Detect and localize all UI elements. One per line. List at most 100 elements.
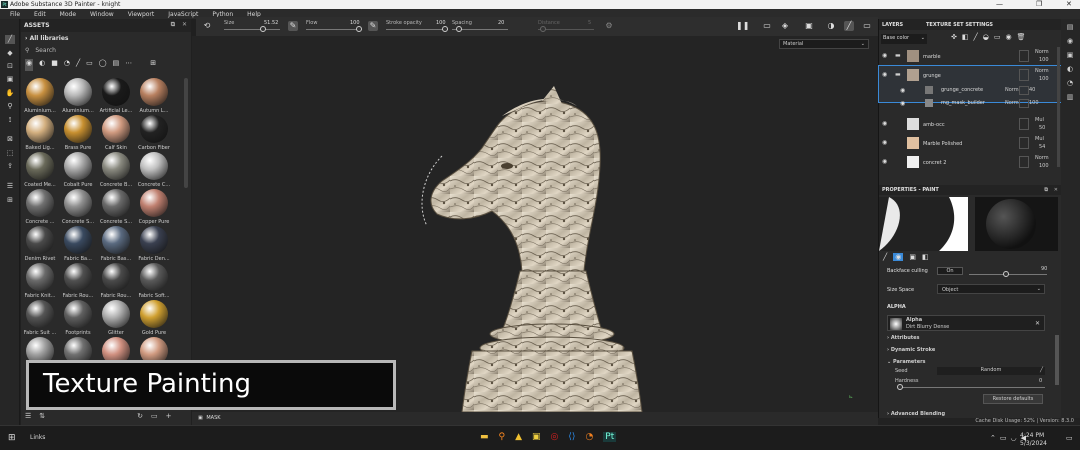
delete-layer-icon[interactable]: 🗑 [1017,33,1026,41]
material-item[interactable]: Fabric Rou... [61,263,95,299]
float-icon[interactable]: ⧉ [1044,187,1048,193]
material-item[interactable]: Calf Skin [99,115,133,151]
spacing-slider-handle[interactable] [456,26,462,32]
sort-icon[interactable]: ⇅ [39,412,45,420]
flow-pressure-icon[interactable]: ✎ [368,21,378,31]
dynamic-stroke-section[interactable]: › Dynamic Stroke [887,347,935,353]
material-item[interactable]: Concrete ... [23,189,57,225]
visibility-eye-icon[interactable]: ◉ [900,101,908,107]
material-item[interactable]: Gold Pure [137,300,171,336]
picker-tool-icon[interactable]: ⟟ [5,116,15,125]
material-item[interactable]: Brass Pure [61,115,95,151]
close-icon[interactable]: ✕ [1054,187,1058,193]
attributes-section[interactable]: › Attributes [887,335,920,341]
filter-alphas-icon[interactable]: ╱ [76,59,80,71]
substance-painter-icon[interactable]: Pt [603,432,617,442]
file-explorer-icon[interactable]: ▬ [480,432,489,442]
visibility-eye-icon[interactable]: ◉ [882,72,890,78]
blend-mode[interactable]: Mul [1035,117,1044,123]
filter-environments-icon[interactable]: ◯ [99,59,107,71]
uv-tool-icon[interactable]: ⬚ [5,149,15,158]
visibility-eye-icon[interactable]: ◉ [882,121,890,127]
material-item[interactable]: Baked Lig... [23,115,57,151]
float-icon[interactable]: ⧉ [171,21,175,29]
material-item[interactable]: Fabric Rou... [99,263,133,299]
layer-mask-slot[interactable] [1019,156,1029,168]
layer-row[interactable]: ◉ concret 2 Norm 100 [879,153,1062,172]
shelf-icon[interactable]: ⊞ [5,196,15,205]
start-icon[interactable]: ⊞ [8,433,16,443]
backface-slider-handle[interactable] [1003,271,1009,277]
shader-settings-icon[interactable]: ◐ [1065,65,1075,74]
material-item[interactable]: Footprints [61,300,95,336]
smudge-tool-icon[interactable]: ✋ [5,89,15,98]
display-icon[interactable]: ▭ [1000,434,1007,442]
texture-set-icon[interactable]: ◉ [1065,37,1075,46]
add-icon[interactable]: + [166,412,172,420]
material-item[interactable]: Artificial Le... [99,78,133,114]
tab-layers[interactable]: LAYERS [882,22,903,28]
material-item[interactable]: Concrete B... [99,152,133,188]
layer-row[interactable]: ◉ mg_mask_builder Norm 100 [879,98,1062,111]
visibility-eye-icon[interactable]: ◉ [882,140,890,146]
material-item[interactable]: Autumn L... [137,78,171,114]
filter-filters-icon[interactable]: ▤ [113,59,120,71]
hardness-slider-handle[interactable] [897,384,903,390]
stencil-tab-icon[interactable]: ▣ [909,253,916,261]
stroke-opacity-slider[interactable] [386,29,448,30]
layer-mask-slot[interactable] [1019,118,1029,130]
library-breadcrumb[interactable]: › All libraries [25,35,69,42]
menu-javascript[interactable]: JavaScript [168,11,198,18]
stroke-opacity-handle[interactable] [442,26,448,32]
close-button[interactable]: ✕ [1066,0,1072,9]
3d-viewport[interactable]: Material ⌄ ⊾ [192,36,878,412]
alpha-tab-icon[interactable]: ◧ [922,253,929,261]
material-item[interactable]: Concrete S... [61,189,95,225]
eraser-tool-icon[interactable]: ◆ [5,49,15,58]
filter-smart-materials-icon[interactable]: ◐ [39,59,45,71]
channel-select[interactable]: Base color ⌄ [881,34,927,44]
tab-texture-set-settings[interactable]: TEXTURE SET SETTINGS [926,22,993,28]
mask-label[interactable]: MASK [206,415,220,421]
opera-icon[interactable]: ◎ [551,432,559,442]
layer-opacity[interactable]: 100 [1039,163,1049,169]
grid-view-icon[interactable]: ⊞ [150,59,156,71]
menu-file[interactable]: File [10,11,20,18]
viewport-channel-select[interactable]: Material ⌄ [779,39,869,49]
layer-mask-slot[interactable] [1019,69,1029,81]
display-settings-icon[interactable]: ▣ [1065,51,1075,60]
visibility-eye-icon[interactable]: ◉ [900,88,908,94]
camera-icon[interactable]: ▭ [762,21,772,31]
layer-opacity[interactable]: 40 [1029,87,1035,93]
material-item[interactable]: Fabric Soft... [137,263,171,299]
size-slider-handle[interactable] [260,26,266,32]
search-input[interactable]: ⚲ Search [25,47,175,56]
filter-materials-icon[interactable]: ◉ [25,59,34,71]
alpha-slot[interactable]: Alpha Dirt Blurry Dense ✕ [887,315,1045,331]
seed-field[interactable]: Random ╱ [937,367,1045,375]
more-settings-icon[interactable]: ⚙ [604,21,614,31]
layer-opacity[interactable]: 100 [1039,76,1049,82]
layer-mask-slot[interactable] [1019,99,1029,108]
filter-textures-icon[interactable]: ■ [51,59,58,71]
flow-slider[interactable] [306,29,362,30]
add-mask-icon[interactable]: ◧ [962,33,969,41]
search-app-icon[interactable]: ⚲ [499,432,506,442]
material-item[interactable]: Concrete S... [99,189,133,225]
assets-scrollbar[interactable] [184,78,188,188]
spacing-value[interactable]: 20 [498,20,504,26]
folder-icon[interactable]: ▭ [151,412,158,420]
notification-icon[interactable]: ▭ [1066,434,1073,442]
blender-icon[interactable]: ◔ [585,432,593,442]
render-icon[interactable]: ◑ [826,21,836,31]
add-effect-icon[interactable]: ✜ [951,33,957,41]
layers-panel-icon[interactable]: ▤ [1065,23,1075,32]
material-item[interactable]: Copper Pure [137,189,171,225]
geometry-fill-icon[interactable]: ▣ [5,75,15,84]
paint-tool-icon[interactable]: ╱ [5,35,15,44]
blend-mode[interactable]: Mul [1035,136,1044,142]
mask-icon[interactable]: ▣ [198,415,203,421]
material-item[interactable]: Fabric Knit... [23,263,57,299]
blend-mode[interactable]: Norm [1035,155,1049,161]
log-icon[interactable]: ▥ [1065,93,1075,102]
